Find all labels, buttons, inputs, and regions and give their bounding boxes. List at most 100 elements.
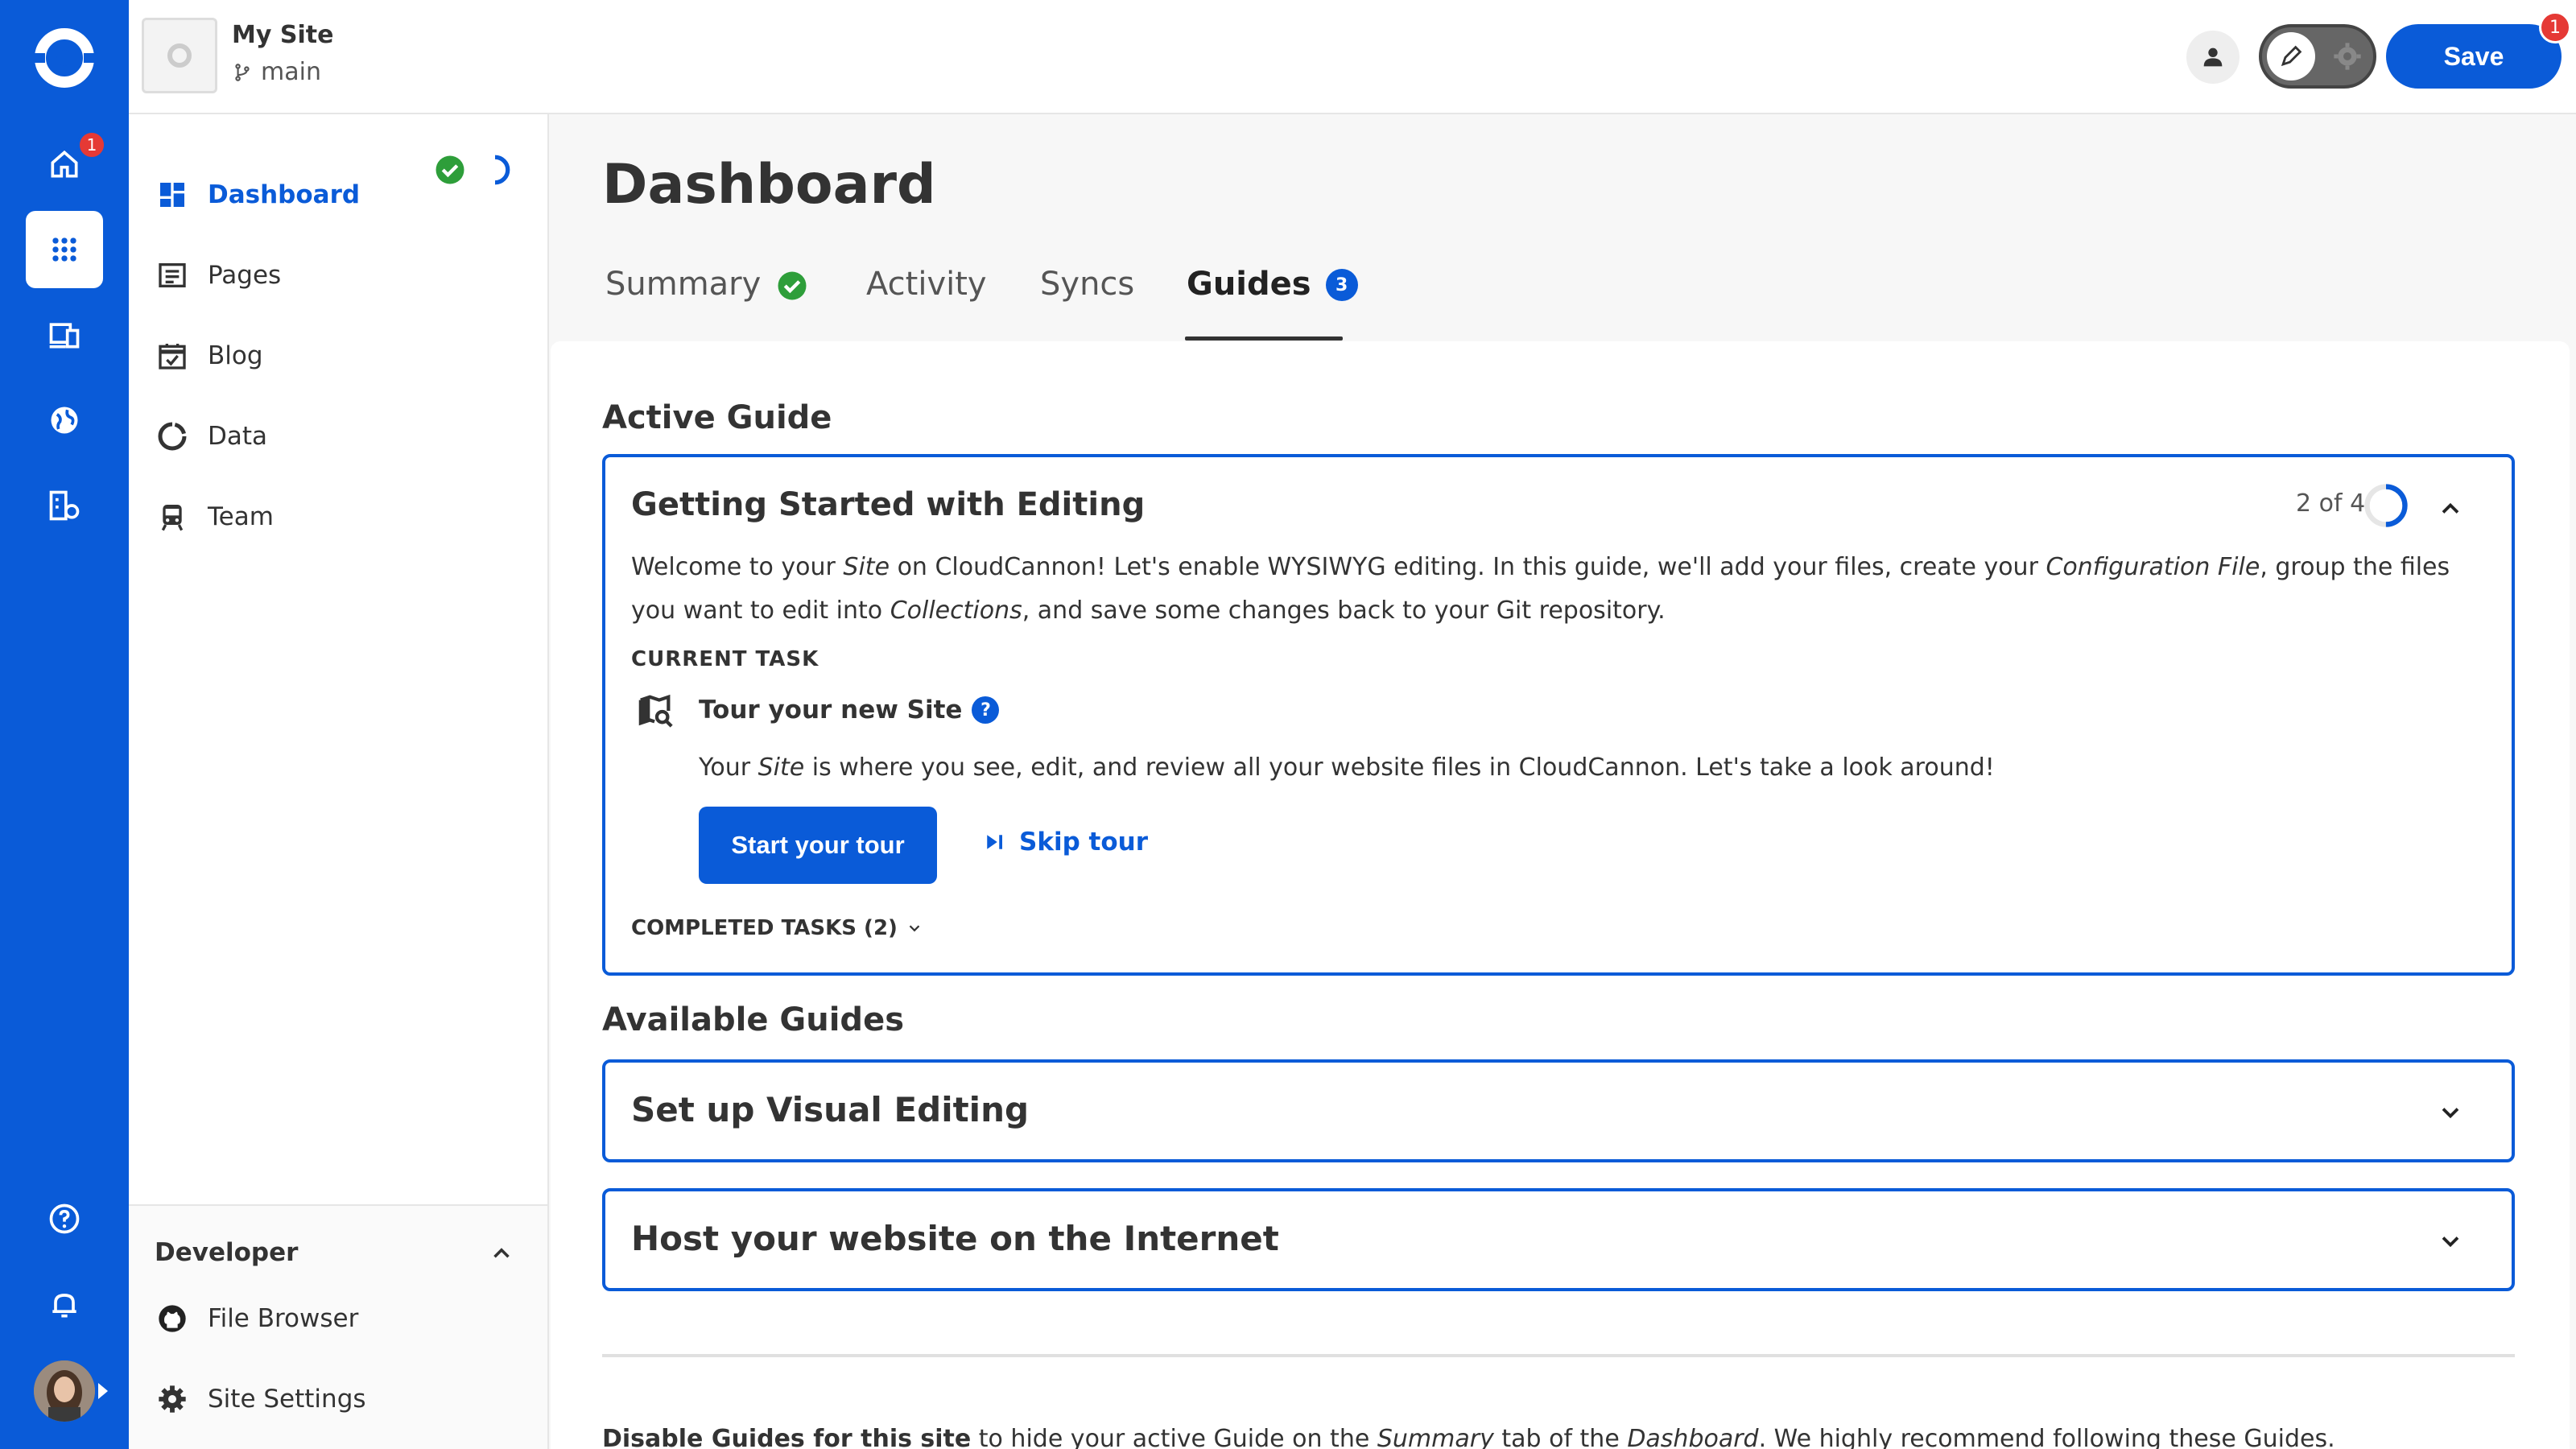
github-icon [159, 1305, 186, 1332]
rail-org-button[interactable] [26, 467, 103, 544]
building-settings-icon [49, 490, 80, 521]
pages-icon [159, 263, 186, 287]
globe-icon [51, 407, 78, 434]
chevron-up-icon[interactable] [488, 1240, 515, 1267]
cloudcannon-logo[interactable] [31, 24, 98, 92]
sidebar-item-label: File Browser [208, 1304, 359, 1333]
user-menu-button[interactable] [2186, 31, 2240, 84]
tab-label: Summary [605, 266, 762, 303]
page-title: Dashboard [602, 153, 936, 217]
progress-ring-icon [2364, 484, 2408, 527]
rail-help-button[interactable] [26, 1180, 103, 1257]
sidebar-item-label: Blog [208, 341, 263, 370]
developer-heading[interactable]: Developer [155, 1238, 298, 1267]
start-tour-button[interactable]: Start your tour [699, 807, 937, 884]
completed-tasks-toggle[interactable]: COMPLETED TASKS (2) [631, 916, 923, 940]
site-name[interactable]: My Site [232, 21, 333, 49]
dashboard-status [433, 153, 512, 187]
sidebar-item-team[interactable]: Team [156, 493, 274, 541]
tab-summary[interactable]: Summary [605, 256, 809, 340]
tab-guides[interactable]: Guides 3 [1187, 256, 1358, 340]
git-branch-icon [235, 63, 250, 81]
sidebar-item-file-browser[interactable]: File Browser [156, 1294, 358, 1343]
skip-tour-label: Skip tour [1019, 828, 1149, 857]
edit-mode-knob [2267, 32, 2315, 80]
rail-sites-button[interactable] [26, 211, 103, 288]
sidebar-item-data[interactable]: Data [156, 412, 267, 460]
task-title: Tour your new Site ? [699, 696, 1000, 724]
home-icon [51, 150, 78, 178]
team-icon [161, 505, 184, 531]
active-tab-indicator [1185, 336, 1343, 341]
save-count-badge: 1 [2539, 11, 2571, 43]
available-guides-heading: Available Guides [602, 1001, 904, 1038]
pencil-icon [2281, 45, 2302, 67]
rail-notifications-button[interactable] [26, 1265, 103, 1343]
available-guide-card[interactable]: Set up Visual Editing [602, 1059, 2515, 1162]
rail-globe-button[interactable] [26, 382, 103, 459]
sidebar-item-label: Team [208, 502, 274, 531]
chevron-down-icon [909, 925, 920, 932]
gear-icon [159, 1385, 186, 1413]
guide-title[interactable]: Getting Started with Editing [631, 486, 1145, 523]
current-task-label: CURRENT TASK [631, 647, 819, 671]
check-circle-icon [436, 155, 464, 184]
user-avatar[interactable] [34, 1360, 95, 1422]
active-guide-heading: Active Guide [602, 399, 832, 436]
sidebar-item-site-settings[interactable]: Site Settings [156, 1375, 366, 1423]
task-title-text: Tour your new Site [699, 696, 963, 724]
available-guide-card[interactable]: Host your website on the Internet [602, 1188, 2515, 1291]
settings-gear-icon [2334, 43, 2361, 70]
data-icon [158, 422, 187, 451]
site-placeholder-icon [167, 43, 192, 68]
home-notification-badge: 1 [77, 130, 106, 159]
sidebar-item-blog[interactable]: Blog [156, 332, 263, 380]
save-button[interactable]: Save [2386, 24, 2562, 89]
sidebar-item-label: Pages [208, 261, 282, 290]
tab-syncs[interactable]: Syncs [1040, 256, 1134, 340]
person-icon [2203, 47, 2223, 67]
sidebar-item-label: Site Settings [208, 1385, 366, 1414]
bell-icon [52, 1294, 76, 1318]
edit-mode-toggle[interactable] [2259, 24, 2376, 89]
sidebar-item-label: Data [208, 422, 268, 451]
sidebar-item-label: Dashboard [208, 180, 361, 209]
guide-description: Welcome to your Site on CloudCannon! Let… [631, 553, 2450, 625]
site-thumbnail[interactable] [142, 18, 217, 93]
skip-next-icon [987, 835, 1002, 849]
task-description: Your Site is where you see, edit, and re… [699, 753, 1995, 782]
sidebar-item-dashboard[interactable]: Dashboard [156, 171, 360, 219]
guide-title: Host your website on the Internet [631, 1219, 1279, 1258]
blog-icon [159, 344, 186, 369]
check-circle-icon [778, 271, 807, 300]
tab-activity[interactable]: Activity [866, 256, 987, 340]
rail-devices-button[interactable] [26, 296, 103, 374]
branch-name: main [261, 58, 321, 86]
sidebar-item-pages[interactable]: Pages [156, 251, 281, 299]
top-bar: My Site main Save 1 [129, 0, 2576, 114]
rail-home-button[interactable]: 1 [26, 126, 106, 203]
completed-tasks-label: COMPLETED TASKS (2) [631, 916, 898, 940]
app-rail: 1 [0, 0, 129, 1449]
loading-spinner-icon [494, 155, 510, 185]
avatar-caret-icon [98, 1383, 108, 1399]
chevron-up-icon[interactable] [2436, 494, 2465, 523]
disable-guides-note: Disable Guides for this site to hide you… [602, 1425, 2335, 1449]
map-search-icon [638, 694, 673, 728]
skip-tour-button[interactable]: Skip tour [982, 828, 1148, 857]
dashboard-icon [160, 183, 184, 207]
tab-label: Guides [1187, 266, 1311, 303]
branch-selector[interactable]: main [232, 58, 321, 86]
guide-title: Set up Visual Editing [631, 1090, 1030, 1129]
guide-progress-text: 2 of 4 [2296, 489, 2366, 518]
apps-grid-icon [52, 237, 76, 262]
disable-guides-link[interactable]: Disable Guides for this site [602, 1425, 971, 1449]
devices-icon [49, 323, 80, 349]
help-icon [49, 1203, 80, 1234]
task-help-icon[interactable]: ? [972, 696, 1000, 724]
chevron-down-icon[interactable] [2436, 1098, 2465, 1127]
site-sidebar: Dashboard Pages Blog Data Team Developer… [129, 114, 549, 1449]
active-guide-card: Getting Started with Editing 2 of 4 Welc… [602, 454, 2515, 976]
tab-label: Syncs [1040, 266, 1135, 303]
chevron-down-icon[interactable] [2436, 1227, 2465, 1256]
